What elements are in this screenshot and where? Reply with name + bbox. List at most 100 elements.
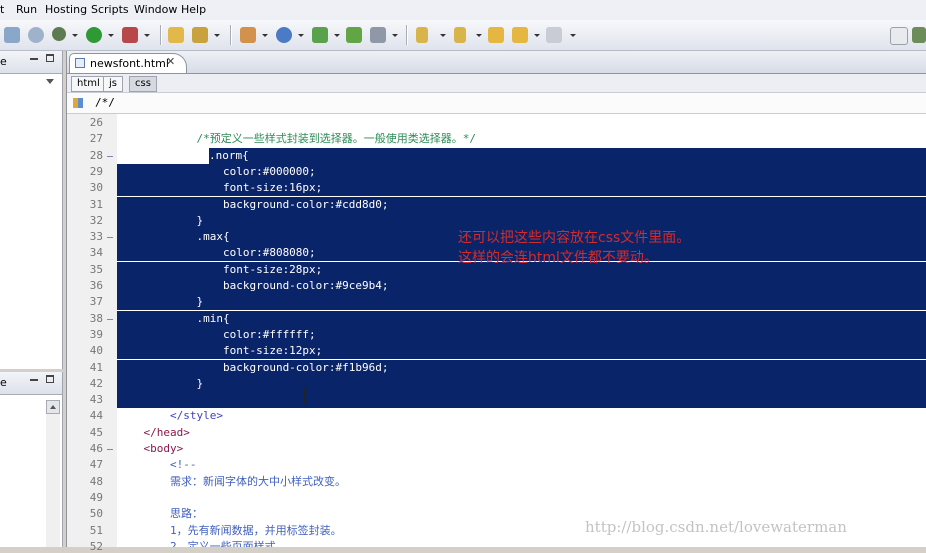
menu-item-window[interactable]: Window [134,3,177,16]
chevron-down-icon[interactable] [440,34,446,37]
chevron-down-icon[interactable] [334,34,340,37]
chevron-down-icon[interactable] [108,34,114,37]
run-icon[interactable] [86,27,102,43]
maximize-icon[interactable] [46,54,54,62]
fold-marker-icon[interactable] [107,318,113,320]
line-number: 28 [89,148,103,162]
open-perspective-icon[interactable] [890,27,908,45]
fold-marker-icon[interactable] [107,155,113,157]
code-line: } [117,294,926,311]
code-line: /*预定义一些样式封装到选择器。一般使用类选择器。*/ [117,132,476,146]
line-number: 43 [89,393,103,407]
scroll-up-button[interactable] [46,400,60,414]
open-folder-icon[interactable] [168,27,184,43]
code-line [117,392,926,409]
fold-marker-icon[interactable] [107,237,113,239]
minimize-icon[interactable] [30,58,38,60]
debug-icon[interactable] [52,27,66,41]
watermark: http://blog.csdn.net/lovewaterman [585,518,847,536]
chevron-down-icon[interactable] [570,34,576,37]
chevron-down-icon[interactable] [214,34,220,37]
annotation-line: 还可以把这些内容放在css文件里面。 [458,230,691,246]
line-number: 33 [89,230,103,244]
annotation-note: 还可以把这些内容放在css文件里面。 这样的会连html文件都不要动。 [458,228,690,268]
editor-tab-newsfont[interactable]: newsfont.html ✕ [69,53,187,73]
menu-item-help[interactable]: Help [181,3,206,16]
code-line: 需求：新闻字体的大中小样式改变。 [117,474,346,488]
line-number: 45 [89,425,103,439]
editor-area: newsfont.html ✕ html js css /*/ 26 27 28 29… [66,51,926,553]
refresh-icon[interactable] [312,27,328,43]
menu-item-scripts[interactable]: Scripts [91,3,129,16]
back-icon[interactable] [512,27,528,43]
line-number: 51 [89,523,103,537]
chevron-down-icon[interactable] [144,34,150,37]
line-number: 40 [89,344,103,358]
open-type-icon[interactable] [4,27,20,43]
line-number: 38 [89,311,103,325]
chevron-down-icon[interactable] [72,34,78,37]
menu-bar: t Run Hosting Scripts Window Help [0,0,926,20]
code-line: .min{ [117,310,926,327]
line-number: 44 [89,409,103,423]
chevron-down-icon[interactable] [298,34,304,37]
line-number: 32 [89,213,103,227]
line-number: 48 [89,474,103,488]
prev-annotation-icon[interactable] [454,27,466,43]
menu-item-partial[interactable]: t [0,3,4,16]
panel-tab-label[interactable]: e [0,376,7,389]
chevron-down-icon[interactable] [262,34,268,37]
subtab-js[interactable]: js [103,76,123,92]
maximize-icon[interactable] [46,375,54,383]
editor-tab-bar: newsfont.html ✕ [67,51,926,74]
minimize-icon[interactable] [30,379,38,381]
line-number: 52 [89,539,103,553]
deploy-icon[interactable] [346,27,362,43]
breadcrumb[interactable]: /*/ [95,96,115,109]
chevron-down-icon[interactable] [534,34,540,37]
code-line: background-color:#f1b96d; [117,359,926,376]
subtab-html[interactable]: html [71,76,106,92]
tab-title: newsfont.html [90,57,169,70]
web-browser-icon[interactable] [276,27,292,43]
chevron-down-icon[interactable] [476,34,482,37]
line-number: 29 [89,164,103,178]
code-line: color:#ffffff; [117,326,926,343]
home-icon[interactable] [240,27,256,43]
subtab-css[interactable]: css [129,76,157,92]
code-line: </head> [117,425,190,439]
panel-header: e [0,51,62,74]
line-number: 26 [89,116,103,129]
panel-header: e [0,372,62,395]
menu-item-hosting[interactable]: Hosting [45,3,87,16]
breadcrumb-bar: /*/ [67,93,926,114]
view-menu-icon[interactable] [46,79,54,84]
code-line: } [117,212,926,229]
code-line: </style> [117,409,223,423]
code-area[interactable]: /*预定义一些样式封装到选择器。一般使用类选择器。*/.norm{ color:… [117,114,926,547]
code-line: } [117,375,926,392]
text-cursor-icon [301,388,308,404]
code-line: font-size:16px; [117,180,926,197]
forward-icon[interactable] [546,27,562,43]
open-resource-icon[interactable] [28,27,44,43]
server-icon[interactable] [370,27,386,43]
back-icon[interactable] [488,27,504,43]
line-number: 31 [89,197,103,211]
panel-tab-label[interactable]: e [0,55,7,68]
line-number: 49 [89,490,103,504]
line-number: 36 [89,279,103,292]
new-wizard-icon[interactable] [192,27,208,43]
next-annotation-icon[interactable] [416,27,428,43]
external-tools-icon[interactable] [122,27,138,43]
perspective-icon[interactable] [912,27,926,43]
chevron-down-icon[interactable] [392,34,398,37]
close-icon[interactable]: ✕ [166,55,175,68]
left-panel-top: e [0,51,63,369]
menu-item-run[interactable]: Run [16,3,37,16]
chevron-up-icon [50,405,56,409]
scrollbar-track[interactable] [46,414,60,547]
fold-marker-icon[interactable] [107,449,113,450]
